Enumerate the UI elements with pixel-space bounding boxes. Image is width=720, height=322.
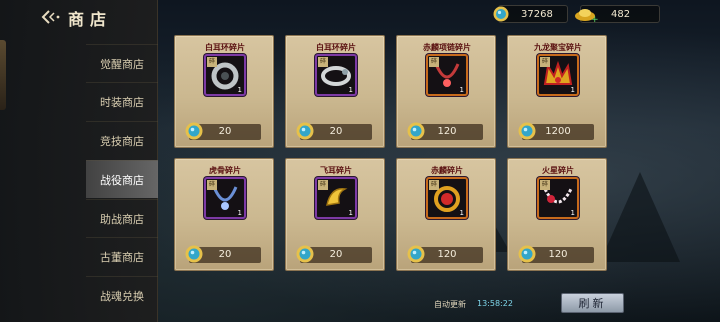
item-name: 虎骨碎片 xyxy=(209,166,241,175)
item-quantity: 1 xyxy=(348,86,353,94)
item-slot: 碎 1 xyxy=(204,177,246,219)
item-name: 火星碎片 xyxy=(542,166,574,175)
gem-icon xyxy=(296,245,314,263)
refresh-button[interactable]: 刷新 xyxy=(561,293,624,313)
sidebar-item-assist-shop[interactable]: 助战商店 xyxy=(86,199,158,237)
fragment-tag: 碎 xyxy=(207,180,217,190)
gem-icon xyxy=(407,122,425,140)
title-bar: 商店 xyxy=(0,0,158,34)
item-name: 赤麟项链碎片 xyxy=(423,43,471,52)
fragment-tag: 碎 xyxy=(318,57,328,67)
gem-icon xyxy=(185,122,203,140)
item-slot: 碎 1 xyxy=(315,177,357,219)
fragment-tag: 碎 xyxy=(318,180,328,190)
item-slot: 碎 1 xyxy=(204,54,246,96)
item-slot: 碎 1 xyxy=(426,177,468,219)
item-quantity: 1 xyxy=(348,209,353,217)
item-slot: 碎 1 xyxy=(426,54,468,96)
gem-icon xyxy=(185,245,203,263)
side-handle[interactable] xyxy=(0,40,6,110)
sidebar-item-fashion-shop[interactable]: 时装商店 xyxy=(86,82,158,120)
gem-icon xyxy=(518,245,536,263)
gold-ingot-icon: + xyxy=(575,9,598,23)
sidebar: 商店 觉醒商店 时装商店 竞技商店 战役商店 助战商店 古董商店 战魂兑换 xyxy=(0,0,158,322)
item-slot: 碎 1 xyxy=(537,177,579,219)
item-slot: 碎 1 xyxy=(315,54,357,96)
fragment-tag: 碎 xyxy=(540,57,550,67)
item-quantity: 1 xyxy=(459,209,464,217)
shop-item-card[interactable]: 火星碎片 碎 1 120 xyxy=(507,158,607,271)
gold-balance-value: 482 xyxy=(611,8,631,20)
item-slot: 碎 1 xyxy=(537,54,579,96)
item-name: 白耳环碎片 xyxy=(316,43,356,52)
fragment-tag: 碎 xyxy=(429,180,439,190)
page-title: 商店 xyxy=(68,10,113,29)
back-arrow-icon[interactable] xyxy=(40,8,62,26)
item-name: 九龙聚宝碎片 xyxy=(534,43,582,52)
shop-item-card[interactable]: 白耳环碎片 碎 1 20 xyxy=(174,35,274,148)
sidebar-item-antique-shop[interactable]: 古董商店 xyxy=(86,237,158,275)
gem-balance-value: 37268 xyxy=(521,8,553,20)
item-name: 赤麟碎片 xyxy=(431,166,463,175)
sidebar-item-awaken-shop[interactable]: 觉醒商店 xyxy=(86,44,158,82)
gem-icon xyxy=(493,6,509,22)
gem-icon xyxy=(518,122,536,140)
item-quantity: 1 xyxy=(570,86,575,94)
item-quantity: 1 xyxy=(570,209,575,217)
sidebar-item-arena-shop[interactable]: 竞技商店 xyxy=(86,121,158,159)
item-quantity: 1 xyxy=(237,209,242,217)
shop-item-card[interactable]: 九龙聚宝碎片 碎 1 1200 xyxy=(507,35,607,148)
auto-refresh-timer: 13:58:22 xyxy=(477,299,513,308)
shop-item-card[interactable]: 虎骨碎片 碎 1 20 xyxy=(174,158,274,271)
svg-text:+: + xyxy=(591,15,598,23)
fragment-tag: 碎 xyxy=(540,180,550,190)
fragment-tag: 碎 xyxy=(429,57,439,67)
sidebar-item-campaign-shop[interactable]: 战役商店 xyxy=(86,160,158,198)
shop-item-card[interactable]: 飞耳碎片 碎 1 20 xyxy=(285,158,385,271)
auto-refresh-label: 自动更新 xyxy=(434,300,466,309)
shop-item-card[interactable]: 赤麟项链碎片 碎 1 120 xyxy=(396,35,496,148)
item-quantity: 1 xyxy=(237,86,242,94)
item-name: 飞耳碎片 xyxy=(320,166,352,175)
fragment-tag: 碎 xyxy=(207,57,217,67)
shop-item-card[interactable]: 赤麟碎片 碎 1 120 xyxy=(396,158,496,271)
gem-icon xyxy=(407,245,425,263)
ship-silhouette xyxy=(600,172,680,262)
sidebar-item-soul-exchange[interactable]: 战魂兑换 xyxy=(86,276,158,314)
item-quantity: 1 xyxy=(459,86,464,94)
gem-icon xyxy=(296,122,314,140)
item-name: 白耳环碎片 xyxy=(205,43,245,52)
shop-item-card[interactable]: 白耳环碎片 碎 1 20 xyxy=(285,35,385,148)
